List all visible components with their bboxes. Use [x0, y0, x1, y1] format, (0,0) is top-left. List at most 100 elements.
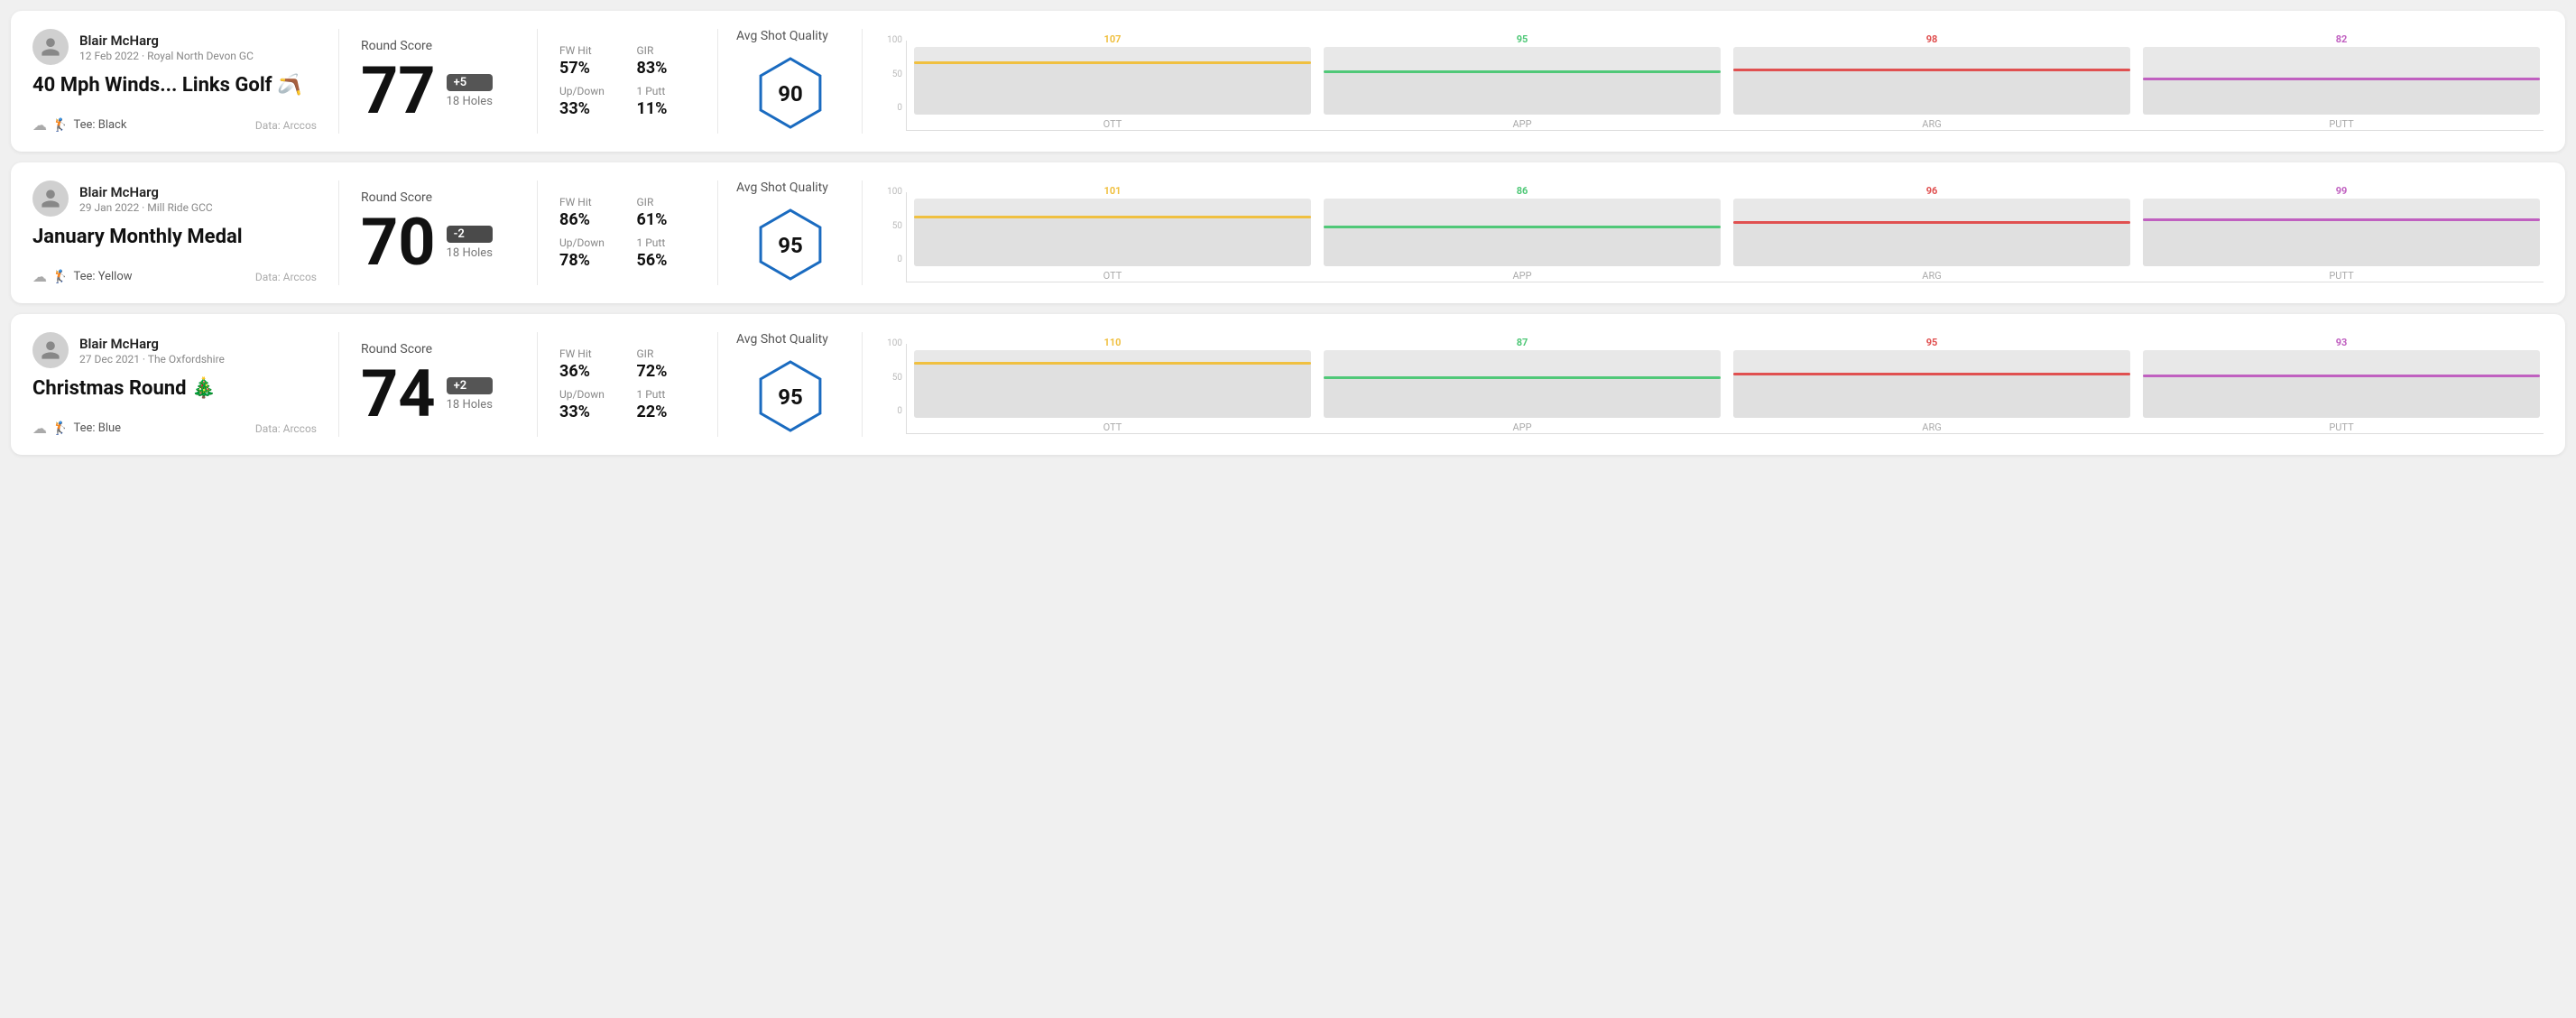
gir-value: 61% [637, 210, 697, 229]
bag-icon: 🏌 [52, 118, 68, 133]
bar-top-value: 96 [1926, 185, 1938, 197]
quality-section: Avg Shot Quality 95 [718, 180, 863, 285]
gir-stat: GIR 83% [637, 44, 697, 78]
hexagon-container: 95 [750, 204, 831, 285]
bar-label: OTT [1103, 421, 1122, 433]
score-row: 70 -2 18 Holes [361, 210, 515, 275]
user-date: 27 Dec 2021 · The Oxfordshire [79, 353, 225, 366]
bag-icon: 🏌 [52, 421, 68, 436]
oneputt-stat: 1 Putt 56% [637, 236, 697, 270]
fw-hit-label: FW Hit [559, 196, 619, 208]
quality-section: Avg Shot Quality 95 [718, 332, 863, 437]
svg-text:95: 95 [778, 233, 803, 258]
chart-column: 107 OTT [914, 33, 1311, 130]
score-meta: +2 18 Holes [447, 377, 493, 412]
score-number: 70 [361, 210, 436, 275]
footer-row: ☁ 🏌 Tee: Blue Data: Arccos [32, 420, 317, 437]
score-section: Round Score 74 +2 18 Holes [339, 332, 538, 437]
round-card: Blair McHarg 27 Dec 2021 · The Oxfordshi… [11, 314, 2565, 455]
round-title: Christmas Round 🎄 [32, 377, 317, 400]
updown-label: Up/Down [559, 236, 619, 249]
chart-column: 96 ARG [1733, 185, 2130, 282]
bar-label: APP [1512, 270, 1531, 282]
chart-column: 82 PUTT [2143, 33, 2540, 130]
chart-column: 87 APP [1324, 337, 1721, 433]
fw-hit-label: FW Hit [559, 44, 619, 57]
round-title: 40 Mph Winds... Links Golf 🪃 [32, 74, 317, 97]
user-name: Blair McHarg [79, 32, 254, 49]
bar-top-value: 107 [1104, 33, 1122, 45]
score-badge: +5 [447, 74, 493, 91]
footer-row: ☁ 🏌 Tee: Black Data: Arccos [32, 116, 317, 134]
oneputt-stat: 1 Putt 11% [637, 85, 697, 118]
score-badge: -2 [447, 226, 493, 243]
cloud-icon: ☁ [32, 116, 47, 134]
bar-top-value: 93 [2336, 337, 2348, 348]
oneputt-label: 1 Putt [637, 85, 697, 97]
user-name: Blair McHarg [79, 336, 225, 352]
left-section: Blair McHarg 27 Dec 2021 · The Oxfordshi… [32, 332, 339, 437]
data-source: Data: Arccos [255, 119, 317, 132]
updown-value: 33% [559, 99, 619, 118]
cloud-icon: ☁ [32, 420, 47, 437]
bar-label: APP [1512, 421, 1531, 433]
chart-section: 100 50 0 101 OTT 86 APP [863, 180, 2544, 285]
stats-section: FW Hit 36% GIR 72% Up/Down 33% 1 Putt 22… [538, 332, 718, 437]
round-title: January Monthly Medal [32, 226, 317, 248]
bag-icon: 🏌 [52, 270, 68, 284]
gir-stat: GIR 72% [637, 347, 697, 381]
user-header: Blair McHarg 12 Feb 2022 · Royal North D… [32, 29, 317, 65]
stats-grid: FW Hit 36% GIR 72% Up/Down 33% 1 Putt 22… [559, 347, 696, 421]
chart-column: 99 PUTT [2143, 185, 2540, 282]
user-header: Blair McHarg 27 Dec 2021 · The Oxfordshi… [32, 332, 317, 368]
left-section: Blair McHarg 29 Jan 2022 · Mill Ride GCC… [32, 180, 339, 285]
data-source: Data: Arccos [255, 271, 317, 283]
score-label: Round Score [361, 190, 515, 205]
user-date: 12 Feb 2022 · Royal North Devon GC [79, 50, 254, 62]
score-number: 77 [361, 59, 436, 124]
oneputt-value: 56% [637, 251, 697, 270]
bar-top-value: 101 [1104, 185, 1122, 197]
chart-column: 86 APP [1324, 185, 1721, 282]
user-date: 29 Jan 2022 · Mill Ride GCC [79, 201, 213, 214]
chart-column: 101 OTT [914, 185, 1311, 282]
fw-hit-stat: FW Hit 86% [559, 196, 619, 229]
gir-label: GIR [637, 44, 697, 57]
score-badge: +2 [447, 377, 493, 394]
avatar [32, 29, 69, 65]
updown-label: Up/Down [559, 388, 619, 401]
svg-text:90: 90 [778, 81, 803, 106]
chart-column: 110 OTT [914, 337, 1311, 433]
user-name: Blair McHarg [79, 184, 213, 200]
updown-value: 33% [559, 403, 619, 421]
bar-top-value: 95 [1926, 337, 1938, 348]
fw-hit-value: 57% [559, 59, 619, 78]
bar-label: ARG [1922, 118, 1941, 130]
tee-info: ☁ 🏌 Tee: Yellow [32, 268, 133, 285]
tee-info: ☁ 🏌 Tee: Blue [32, 420, 121, 437]
gir-value: 83% [637, 59, 697, 78]
svg-text:95: 95 [778, 384, 803, 410]
quality-label: Avg Shot Quality [736, 332, 828, 347]
fw-hit-value: 36% [559, 362, 619, 381]
bar-top-value: 99 [2336, 185, 2348, 197]
fw-hit-value: 86% [559, 210, 619, 229]
stats-grid: FW Hit 57% GIR 83% Up/Down 33% 1 Putt 11… [559, 44, 696, 118]
oneputt-stat: 1 Putt 22% [637, 388, 697, 421]
holes-label: 18 Holes [447, 398, 493, 412]
bar-label: ARG [1922, 270, 1941, 282]
cloud-icon: ☁ [32, 268, 47, 285]
user-header: Blair McHarg 29 Jan 2022 · Mill Ride GCC [32, 180, 317, 217]
tee-label: Tee: Blue [73, 421, 121, 435]
updown-stat: Up/Down 33% [559, 388, 619, 421]
footer-row: ☁ 🏌 Tee: Yellow Data: Arccos [32, 268, 317, 285]
bar-top-value: 98 [1926, 33, 1938, 45]
bar-label: PUTT [2329, 421, 2353, 433]
bar-label: OTT [1103, 270, 1122, 282]
avatar [32, 180, 69, 217]
bar-top-value: 87 [1517, 337, 1528, 348]
chart-column: 98 ARG [1733, 33, 2130, 130]
round-card: Blair McHarg 12 Feb 2022 · Royal North D… [11, 11, 2565, 152]
score-section: Round Score 77 +5 18 Holes [339, 29, 538, 134]
updown-stat: Up/Down 33% [559, 85, 619, 118]
